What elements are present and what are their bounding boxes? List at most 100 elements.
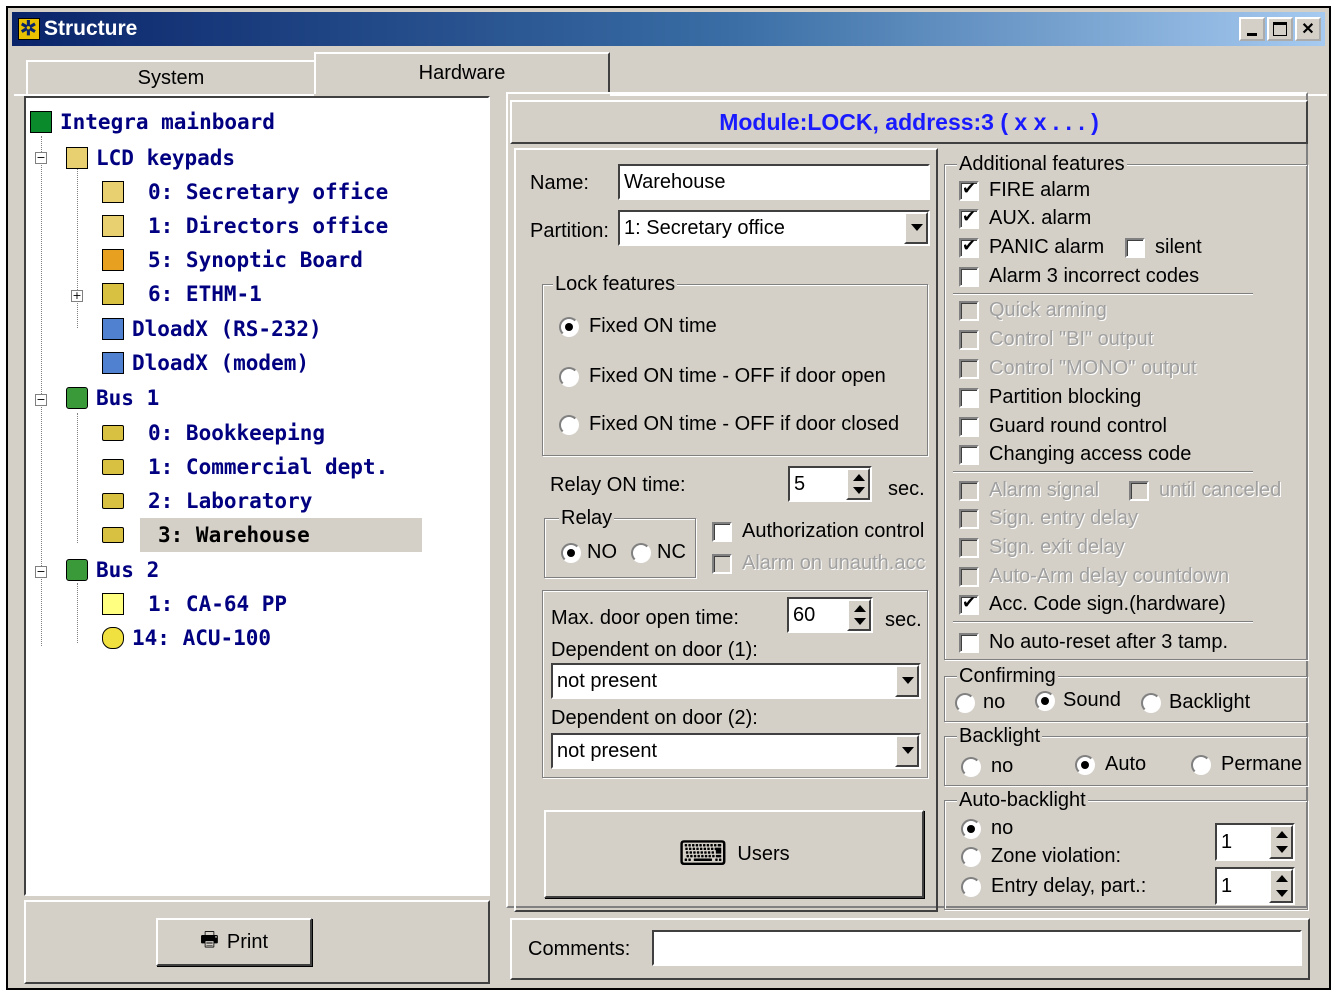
radio-fixed-on-label: Fixed ON time bbox=[589, 315, 717, 337]
tree-bus-label: Bus 1 bbox=[96, 386, 160, 410]
comments-input[interactable] bbox=[652, 930, 1302, 966]
backlight-group: Backlight no Auto Permane bbox=[944, 725, 1308, 786]
collapse-icon[interactable]: − bbox=[35, 152, 47, 164]
chevron-down-icon[interactable] bbox=[895, 665, 919, 697]
tree-bus-1[interactable]: Bus 1 bbox=[66, 382, 159, 414]
collapse-icon[interactable]: − bbox=[35, 394, 47, 406]
radio-off-if-closed[interactable]: Fixed ON time - OFF if door closed bbox=[559, 413, 899, 436]
tree-item-ca64pp[interactable]: 1: CA-64 PP bbox=[102, 588, 287, 620]
dep2-select[interactable]: not present bbox=[551, 733, 921, 769]
guard-round-checkbox[interactable]: Guard round control bbox=[959, 415, 1167, 438]
quick-arming-checkbox[interactable]: Quick arming bbox=[959, 299, 1107, 322]
partition-blocking-label: Partition blocking bbox=[989, 386, 1142, 408]
control-bi-checkbox[interactable]: Control "BI" output bbox=[959, 328, 1153, 351]
tree-root[interactable]: Integra mainboard bbox=[30, 106, 275, 138]
tree-item-warehouse[interactable]: 3: Warehouse bbox=[102, 518, 422, 552]
guard-round-box bbox=[959, 416, 979, 437]
alarm-signal-checkbox[interactable]: Alarm signal bbox=[959, 479, 1099, 502]
backlight-auto-dot bbox=[1075, 754, 1095, 775]
radio-fixed-on[interactable]: Fixed ON time bbox=[559, 315, 717, 338]
auth-control-checkbox[interactable]: Authorization control bbox=[712, 520, 924, 543]
control-bi-box bbox=[959, 329, 979, 350]
tree-lcd-keypads[interactable]: LCD keypads bbox=[66, 142, 235, 174]
spinner-icon[interactable] bbox=[1269, 869, 1293, 903]
tree-item-ethm[interactable]: 6: ETHM-1 bbox=[102, 278, 262, 310]
relay-on-input[interactable]: 5 bbox=[788, 466, 872, 502]
confirming-sound-radio[interactable]: Sound bbox=[1035, 689, 1121, 712]
tree-dloadx-rs232[interactable]: DloadX (RS-232) bbox=[102, 313, 322, 345]
backlight-title: Backlight bbox=[957, 725, 1043, 748]
confirming-no-radio[interactable]: no bbox=[955, 691, 1005, 714]
control-mono-checkbox[interactable]: Control "MONO" output bbox=[959, 357, 1197, 380]
no-autoreset-label: No auto-reset after 3 tamp. bbox=[989, 631, 1229, 653]
fire-alarm-label: FIRE alarm bbox=[989, 179, 1091, 201]
autoarm-checkbox[interactable]: Auto-Arm delay countdown bbox=[959, 565, 1229, 588]
fire-alarm-box bbox=[959, 179, 979, 201]
tree-item-acu100[interactable]: 14: ACU-100 bbox=[102, 622, 271, 654]
tree-dloadx-modem[interactable]: DloadX (modem) bbox=[102, 347, 309, 379]
tree-item-commercial[interactable]: 1: Commercial dept. bbox=[102, 451, 388, 483]
radio-relay-no[interactable]: NO bbox=[561, 541, 617, 564]
dep1-select[interactable]: not present bbox=[551, 663, 921, 699]
silent-checkbox[interactable]: silent bbox=[1125, 236, 1202, 259]
acc-code-checkbox[interactable]: Acc. Code sign.(hardware) bbox=[959, 593, 1226, 616]
tree-item-bookkeeping[interactable]: 0: Bookkeeping bbox=[102, 417, 325, 449]
acc-code-box bbox=[959, 593, 979, 615]
users-button[interactable]: ⌨ Users bbox=[544, 810, 924, 898]
tree-item-directors[interactable]: 1: Directors office bbox=[102, 210, 388, 242]
aux-alarm-checkbox[interactable]: AUX. alarm bbox=[959, 207, 1091, 230]
tab-system[interactable]: System bbox=[26, 60, 316, 96]
tree-item-synoptic[interactable]: 5: Synoptic Board bbox=[102, 244, 363, 276]
zone-violation-input[interactable]: 1 bbox=[1215, 823, 1295, 861]
auto-backlight-entry-label: Entry delay, part.: bbox=[991, 875, 1147, 897]
name-label: Name: bbox=[530, 172, 589, 194]
expander-icon bbox=[102, 459, 124, 475]
structure-app-icon bbox=[18, 16, 40, 41]
changing-code-checkbox[interactable]: Changing access code bbox=[959, 443, 1191, 466]
tab-hardware[interactable]: Hardware bbox=[314, 52, 610, 96]
expand-icon[interactable]: + bbox=[71, 290, 83, 302]
panic-alarm-checkbox[interactable]: PANIC alarm bbox=[959, 236, 1104, 259]
no-autoreset-checkbox[interactable]: No auto-reset after 3 tamp. bbox=[959, 631, 1228, 654]
tree-item-laboratory[interactable]: 2: Laboratory bbox=[102, 485, 312, 517]
alarm3-checkbox[interactable]: Alarm 3 incorrect codes bbox=[959, 265, 1199, 288]
title-bar[interactable]: Structure ✕ bbox=[12, 12, 1325, 46]
spinner-icon[interactable] bbox=[1269, 825, 1293, 859]
auto-backlight-zone-radio[interactable]: Zone violation: bbox=[961, 845, 1121, 868]
wireless-controller-icon bbox=[102, 627, 124, 649]
backlight-no-radio[interactable]: no bbox=[961, 755, 1013, 778]
partition-blocking-checkbox[interactable]: Partition blocking bbox=[959, 386, 1141, 409]
radio-off-if-open[interactable]: Fixed ON time - OFF if door open bbox=[559, 365, 886, 388]
alarm-unauth-checkbox[interactable]: Alarm on unauth.acc bbox=[712, 552, 925, 575]
chevron-down-icon[interactable] bbox=[904, 212, 928, 244]
max-door-input[interactable]: 60 bbox=[787, 597, 873, 633]
close-button[interactable]: ✕ bbox=[1295, 17, 1321, 41]
tab-system-label: System bbox=[137, 66, 205, 89]
auto-backlight-no-radio[interactable]: no bbox=[961, 817, 1013, 840]
fire-alarm-checkbox[interactable]: FIRE alarm bbox=[959, 179, 1090, 202]
collapse-icon[interactable]: − bbox=[35, 566, 47, 578]
sign-entry-checkbox[interactable]: Sign. entry delay bbox=[959, 507, 1138, 530]
confirming-backlight-radio[interactable]: Backlight bbox=[1141, 691, 1250, 714]
entry-delay-input[interactable]: 1 bbox=[1215, 867, 1295, 905]
radio-relay-nc[interactable]: NC bbox=[631, 541, 686, 564]
partition-blocking-box bbox=[959, 387, 979, 408]
until-canceled-checkbox[interactable]: until canceled bbox=[1129, 479, 1281, 502]
name-input[interactable]: Warehouse bbox=[618, 164, 930, 200]
print-button[interactable]: 🖶 Print bbox=[156, 918, 312, 966]
radio-off-if-closed-label: Fixed ON time - OFF if door closed bbox=[589, 413, 900, 435]
chevron-down-icon[interactable] bbox=[895, 735, 919, 767]
sign-exit-checkbox[interactable]: Sign. exit delay bbox=[959, 536, 1125, 559]
additional-features-group: Additional features FIRE alarm AUX. alar… bbox=[944, 153, 1308, 660]
minimize-button[interactable] bbox=[1239, 17, 1265, 41]
backlight-permanent-radio[interactable]: Permane bbox=[1191, 753, 1302, 776]
spinner-icon[interactable] bbox=[847, 599, 871, 631]
tree-item-secretary[interactable]: 0: Secretary office bbox=[102, 176, 388, 208]
backlight-auto-radio[interactable]: Auto bbox=[1075, 753, 1146, 776]
spinner-icon[interactable] bbox=[846, 468, 870, 500]
maximize-button[interactable] bbox=[1267, 17, 1293, 41]
hardware-tree[interactable]: Integra mainboard − LCD keypads 0: Secre… bbox=[24, 96, 490, 896]
partition-select[interactable]: 1: Secretary office bbox=[618, 210, 930, 246]
auto-backlight-entry-radio[interactable]: Entry delay, part.: bbox=[961, 875, 1146, 898]
tree-bus-2[interactable]: Bus 2 bbox=[66, 554, 159, 586]
